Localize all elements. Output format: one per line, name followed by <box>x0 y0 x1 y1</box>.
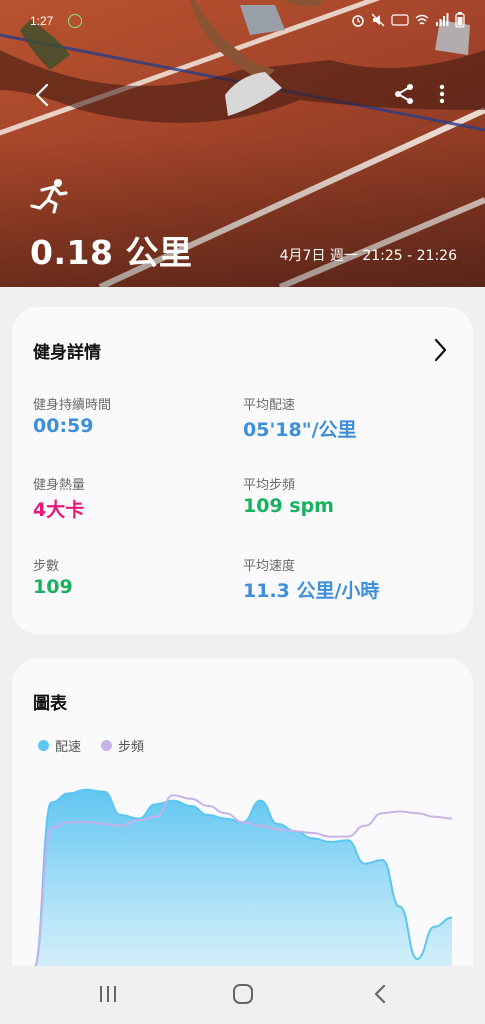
mute-icon <box>371 13 385 30</box>
metric-label: 健身持續時間 <box>33 398 112 413</box>
nav-back-icon <box>374 984 386 1004</box>
calories-value: 4大卡 <box>33 499 85 521</box>
workout-details-card[interactable]: 健身詳情 健身持續時間 00:59 平均配速 05'18"/公里 健身熱量 4大… <box>12 307 473 634</box>
avg-cadence-value: 109 spm <box>243 495 334 517</box>
workout-distance: 0.18 公里 <box>30 233 193 272</box>
legend-label-pace: 配速 <box>55 740 82 755</box>
status-time: 1:27 <box>30 14 54 28</box>
share-button[interactable] <box>392 82 416 106</box>
signal-icon <box>435 13 449 30</box>
avg-speed-value: 11.3 公里/小時 <box>243 580 380 602</box>
metric-label: 平均步頻 <box>243 478 296 493</box>
share-icon <box>395 84 413 104</box>
card-title: 健身詳情 <box>33 343 101 363</box>
recent-apps-icon <box>100 986 116 1002</box>
alarm-icon <box>351 13 365 30</box>
metric-label: 平均速度 <box>243 559 296 574</box>
wifi-icon <box>415 13 429 30</box>
nav-back-button[interactable] <box>370 982 390 1006</box>
home-icon <box>233 984 253 1004</box>
sync-icon <box>68 14 82 28</box>
avg-pace-value: 05'18"/公里 <box>243 419 357 441</box>
running-icon <box>30 178 70 214</box>
volte-icon <box>391 13 409 30</box>
recent-apps-button[interactable] <box>98 982 118 1006</box>
metric-label: 健身熱量 <box>33 478 86 493</box>
workout-datetime: 4月7日 週一 21:25 - 21:26 <box>279 248 457 264</box>
back-arrow-icon <box>35 83 49 107</box>
chart-legend: 配速 步頻 <box>38 736 144 755</box>
back-button[interactable] <box>28 80 58 110</box>
legend-swatch-cadence <box>101 740 113 751</box>
steps-value: 109 <box>33 576 73 598</box>
more-options-button[interactable] <box>432 82 452 106</box>
metric-label: 步數 <box>33 559 60 574</box>
duration-value: 00:59 <box>33 415 94 437</box>
legend-swatch-pace <box>38 740 49 751</box>
more-vertical-icon <box>439 84 445 104</box>
chart-title: 圖表 <box>33 694 67 714</box>
system-nav-bar <box>0 966 485 1024</box>
chevron-right-icon <box>434 338 447 362</box>
home-button[interactable] <box>232 982 254 1006</box>
details-expand-button[interactable] <box>431 337 449 363</box>
status-icons <box>351 12 465 31</box>
pace-cadence-chart <box>33 788 453 998</box>
legend-label-cadence: 步頻 <box>118 740 145 755</box>
battery-icon <box>455 12 465 31</box>
hero-banner: 1:27 0.18 公里 4月7日 週一 21:25 - 21:26 <box>0 0 485 287</box>
status-bar: 1:27 <box>0 10 485 34</box>
metric-label: 平均配速 <box>243 398 296 413</box>
chart-card: 圖表 配速 步頻 <box>12 658 473 998</box>
